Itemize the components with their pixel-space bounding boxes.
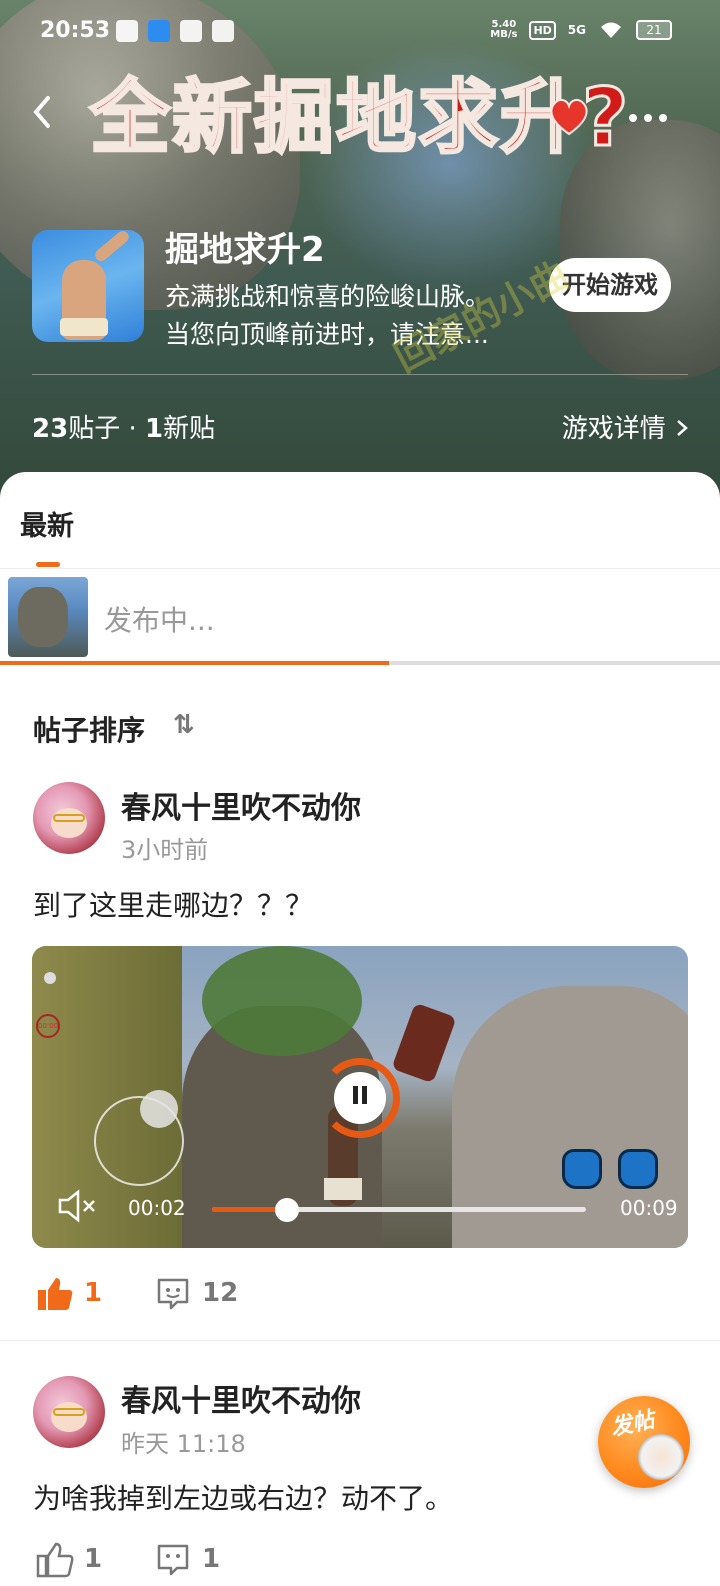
thumbs-up-icon[interactable] — [36, 1542, 74, 1578]
video-duration: 00:09 — [620, 1196, 678, 1220]
app-notification-icon — [148, 20, 170, 42]
hand-icon — [562, 1149, 602, 1189]
game-icon[interactable] — [32, 230, 144, 342]
heart-icon — [550, 98, 588, 136]
publishing-status: 发布中... — [104, 604, 215, 637]
like-count: 1 — [84, 1278, 103, 1308]
signal-icon: 5G — [567, 23, 586, 37]
comment-icon[interactable] — [155, 1276, 191, 1312]
tab-latest[interactable]: 最新 — [20, 504, 74, 543]
tab-indicator — [36, 562, 60, 567]
publishing-row: 发布中... — [0, 569, 720, 669]
comment-count: 1 — [202, 1544, 221, 1574]
comment-icon[interactable] — [155, 1542, 191, 1578]
battery-icon: 21 — [636, 20, 672, 40]
post-divider — [0, 1340, 720, 1341]
game-name: 掘地求升2 — [165, 230, 325, 270]
video-seek-bar[interactable] — [212, 1198, 586, 1222]
status-time: 20:53 — [40, 18, 111, 43]
net-speed: 5.40 MB/s — [490, 19, 518, 40]
record-icon: 00:00 — [36, 1014, 60, 1038]
screenshot-notification-icon — [116, 20, 138, 42]
publishing-progress-bar — [0, 661, 720, 665]
post-actions: 1 12 — [0, 1270, 720, 1320]
chevron-right-icon — [677, 420, 688, 436]
pause-icon — [353, 1086, 367, 1104]
wechat-icon — [212, 20, 234, 42]
header-divider — [32, 374, 688, 375]
post-actions: 1 1 — [0, 1536, 720, 1586]
pause-button[interactable] — [334, 1072, 386, 1124]
game-detail-link[interactable]: 游戏详情 — [562, 408, 690, 445]
android-icon — [180, 20, 202, 42]
more-dots-icon — [629, 114, 667, 122]
post-time: 昨天 11:18 — [121, 1430, 246, 1458]
comment-count: 12 — [202, 1278, 239, 1308]
avatar[interactable] — [33, 782, 105, 854]
video-current-time: 00:02 — [128, 1196, 186, 1220]
post-username[interactable]: 春风十里吹不动你 — [121, 783, 361, 827]
hd-icon: HD — [529, 20, 556, 40]
post-text[interactable]: 到了这里走哪边？？？ — [33, 884, 313, 924]
status-bar: 20:53 5.40 MB/s HD 5G 21 — [0, 0, 720, 64]
game-header: 20:53 5.40 MB/s HD 5G 21 全新掘地求升? 掘地求升2 充… — [0, 0, 720, 500]
back-button[interactable] — [28, 92, 68, 136]
like-count: 1 — [84, 1544, 103, 1574]
mascot-icon — [638, 1434, 684, 1480]
thumbs-up-icon[interactable] — [36, 1276, 74, 1312]
back-arrow-icon — [33, 96, 50, 128]
wifi-icon — [601, 22, 621, 38]
create-post-button[interactable]: 发帖 — [598, 1396, 690, 1488]
more-button[interactable] — [628, 96, 668, 130]
post-stats: 23贴子 · 1新贴 — [32, 414, 216, 444]
post-time: 3小时前 — [121, 836, 209, 864]
avatar[interactable] — [33, 1376, 105, 1448]
mute-icon[interactable] — [56, 1188, 100, 1224]
publishing-thumbnail — [8, 577, 88, 657]
sort-label[interactable]: 帖子排序 — [33, 709, 145, 749]
hand-icon — [618, 1149, 658, 1189]
seek-handle[interactable] — [274, 1198, 299, 1222]
post-text[interactable]: 为啥我掉到左边或右边？动不了。 — [33, 1477, 453, 1517]
video-player[interactable]: 00:00 00:02 00:09 — [32, 946, 688, 1248]
post-username[interactable]: 春风十里吹不动你 — [121, 1376, 361, 1420]
sort-icon[interactable]: ⇅ — [173, 710, 195, 740]
